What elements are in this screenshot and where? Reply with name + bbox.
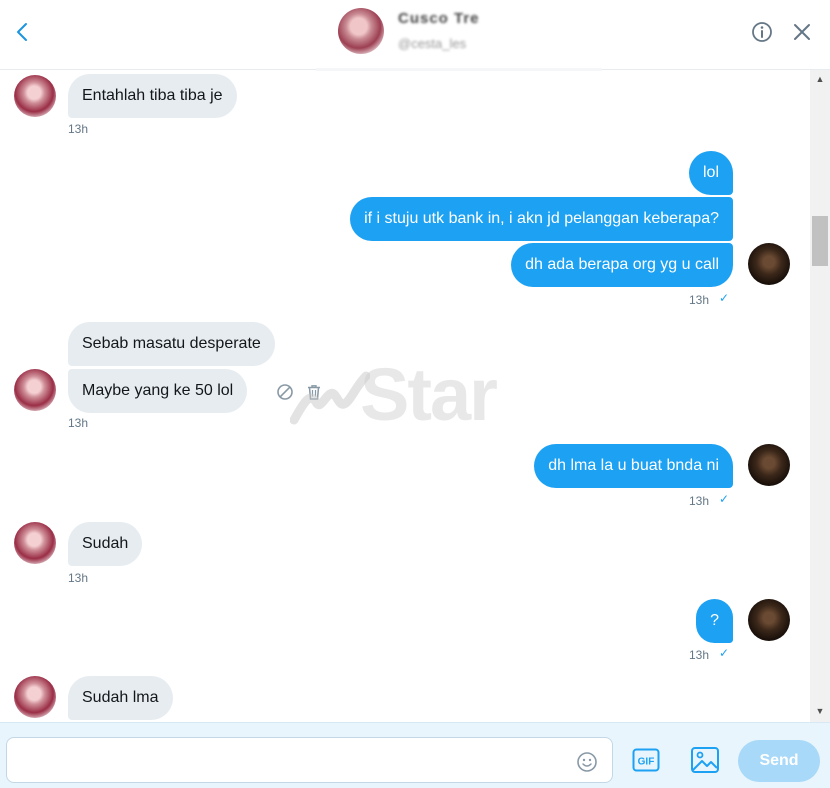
conversation-header: Cusco Tre @cesta_les [0, 0, 830, 71]
message-bubble[interactable]: dh ada berapa org yg u call [511, 243, 733, 287]
scroll-up-icon[interactable]: ▲ [813, 72, 827, 86]
message-input[interactable] [6, 737, 613, 783]
avatar[interactable] [14, 676, 56, 718]
close-icon[interactable] [792, 22, 812, 42]
message-timestamp: 13h [68, 122, 89, 136]
scrollbar[interactable]: ▲ ▼ [810, 70, 830, 722]
avatar[interactable] [748, 599, 790, 641]
emoji-icon[interactable] [576, 751, 598, 773]
send-button[interactable]: Send [738, 740, 820, 782]
scroll-down-icon[interactable]: ▼ [813, 704, 827, 718]
avatar[interactable] [748, 444, 790, 486]
gif-icon: GIF [632, 748, 660, 772]
message-timestamp: 13h [68, 416, 89, 430]
watermark-logo [290, 371, 370, 425]
image-icon[interactable] [690, 746, 720, 774]
message-timestamp: 13h [689, 494, 710, 508]
avatar[interactable] [14, 522, 56, 564]
block-icon[interactable] [276, 383, 294, 401]
scroll-thumb[interactable] [812, 216, 828, 266]
message-timestamp: 13h [68, 571, 89, 585]
message-bubble[interactable]: lol [688, 151, 733, 195]
message-bubble[interactable]: dh lma la u buat bnda ni [534, 444, 733, 488]
message-bubble[interactable]: Sebab masatu desperate [68, 322, 275, 366]
header-divider [316, 68, 602, 71]
gif-label: GIF [638, 757, 655, 768]
contact-avatar[interactable] [338, 8, 384, 54]
avatar[interactable] [14, 75, 56, 117]
trash-icon[interactable] [305, 383, 323, 401]
message-bubble[interactable]: ? [696, 599, 733, 643]
contact-handle: @cesta_les [398, 36, 467, 51]
message-timestamp: 13h [689, 293, 710, 307]
message-bubble[interactable]: Maybe yang ke 50 lol [68, 369, 248, 413]
avatar[interactable] [748, 243, 790, 285]
watermark-text: Star [360, 353, 498, 436]
read-receipt-icon: ✓ [719, 492, 730, 506]
watermark: Star [290, 353, 555, 436]
read-receipt-icon: ✓ [719, 646, 730, 660]
message-bubble[interactable]: Entahlah tiba tiba je [68, 74, 237, 118]
message-bubble[interactable]: if i stuju utk bank in, i akn jd pelangg… [350, 197, 733, 241]
message-bubble[interactable]: Sudah lma [68, 676, 173, 720]
read-receipt-icon: ✓ [719, 291, 730, 305]
message-timestamp: 13h [689, 648, 710, 662]
message-bubble[interactable]: Sudah [68, 522, 143, 566]
avatar[interactable] [14, 369, 56, 411]
contact-name[interactable]: Cusco Tre [398, 10, 480, 27]
back-icon[interactable] [12, 20, 34, 44]
gif-button[interactable]: GIF [632, 748, 660, 772]
info-icon[interactable] [751, 21, 773, 43]
message-composer: GIF Send [0, 722, 830, 788]
